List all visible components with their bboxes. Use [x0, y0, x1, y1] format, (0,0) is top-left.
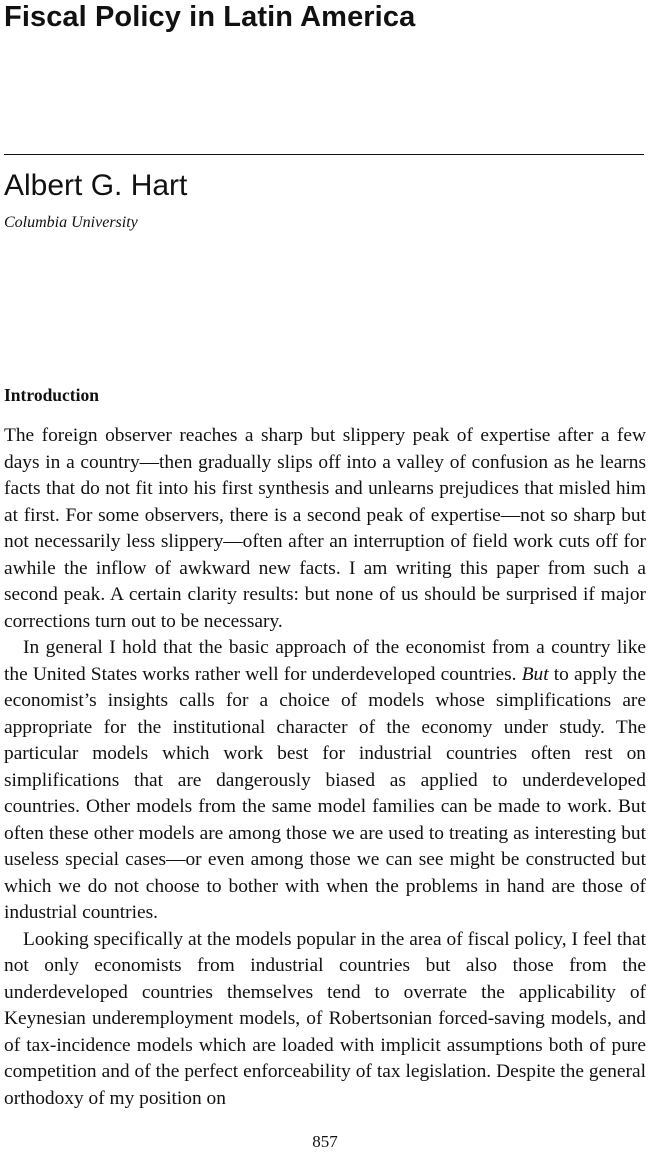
section-heading-introduction: Introduction: [4, 385, 99, 405]
title-divider-rule: [4, 154, 644, 155]
journal-page: Fiscal Policy in Latin America Albert G.…: [0, 0, 650, 1154]
body-paragraph-2: In general I hold that the basic approac…: [4, 635, 646, 927]
body-paragraph-3: Looking specifically at the models popul…: [4, 928, 646, 1109]
body-paragraph-1: The foreign observer reaches a sharp but…: [4, 425, 646, 632]
introduction-body: The foreign observer reaches a sharp but…: [4, 423, 646, 1112]
author-name: Albert G. Hart: [4, 169, 188, 202]
paragraph-2-rest-text: to apply the economist’s insights calls …: [4, 663, 646, 924]
page-number: 857: [312, 1132, 338, 1151]
article-title: Fiscal Policy in Latin America: [4, 1, 416, 33]
paragraph-2-emphasis: But: [521, 663, 549, 685]
author-affiliation: Columbia University: [4, 214, 138, 231]
